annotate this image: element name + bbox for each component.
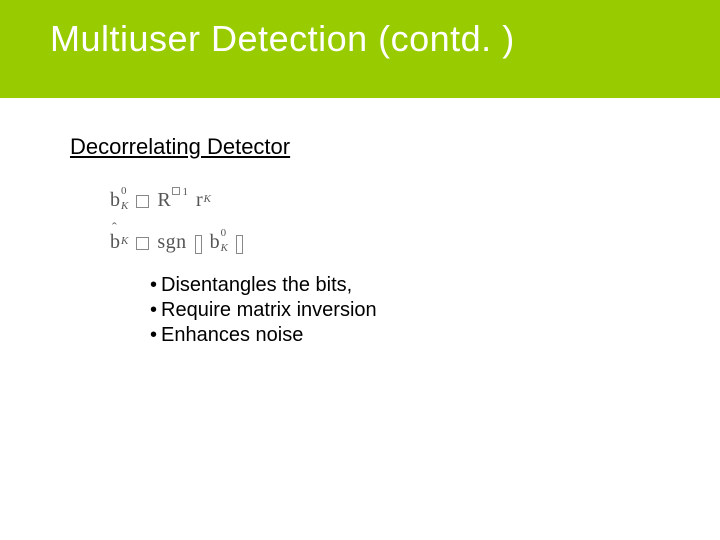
slide-title: Multiuser Detection (contd. ) [50, 18, 700, 60]
eq2-lhs-b: b [110, 231, 120, 253]
equation-2: b K sgn b 0 K [110, 232, 650, 252]
list-item: •Disentangles the bits, [150, 274, 650, 297]
eq2-lhs: b K [110, 232, 128, 252]
operator-placeholder-icon [136, 237, 149, 250]
equation-1: b 0 K R 1 r K [110, 190, 650, 210]
eq1-lhs-sub: K [121, 202, 128, 211]
eq2-arg: b 0 K [210, 232, 228, 252]
bullet-icon: • [150, 274, 157, 296]
eq2-lhs-sub: K [121, 236, 128, 247]
eq2-arg-sub: K [221, 244, 228, 253]
eq2-arg-sup: 0 [221, 229, 228, 238]
eq1-lhs-b: b [110, 190, 120, 210]
eq2-arg-b: b [210, 232, 220, 252]
eq1-r-sub: K [204, 194, 211, 205]
list-item: •Enhances noise [150, 324, 650, 347]
bullet-text: Disentangles the bits, [161, 274, 352, 296]
operator-placeholder-icon [136, 195, 149, 208]
bullet-list: •Disentangles the bits, •Require matrix … [150, 274, 650, 347]
list-item: •Require matrix inversion [150, 299, 650, 322]
superscript-box-icon [172, 187, 180, 195]
eq1-r-base: r [196, 190, 203, 210]
eq1-R-base: R [157, 190, 170, 210]
bracket-open-icon [195, 235, 202, 254]
bullet-icon: • [150, 324, 157, 346]
equations-block: b 0 K R 1 r K [110, 190, 650, 252]
eq1-R-sup: 1 [182, 186, 188, 198]
bullet-icon: • [150, 299, 157, 321]
title-bar: Multiuser Detection (contd. ) [0, 0, 720, 98]
eq1-lhs-sup: 0 [121, 187, 128, 196]
eq2-sgn: sgn [157, 232, 186, 252]
eq1-lhs: b 0 K [110, 190, 128, 210]
eq1-R: R 1 [157, 190, 188, 210]
bullet-text: Enhances noise [161, 324, 303, 346]
bullet-text: Require matrix inversion [161, 299, 377, 321]
bracket-close-icon [236, 235, 243, 254]
slide-content: Decorrelating Detector b 0 K R 1 [0, 98, 720, 347]
section-heading: Decorrelating Detector [70, 134, 650, 160]
eq1-r: r K [196, 190, 211, 210]
